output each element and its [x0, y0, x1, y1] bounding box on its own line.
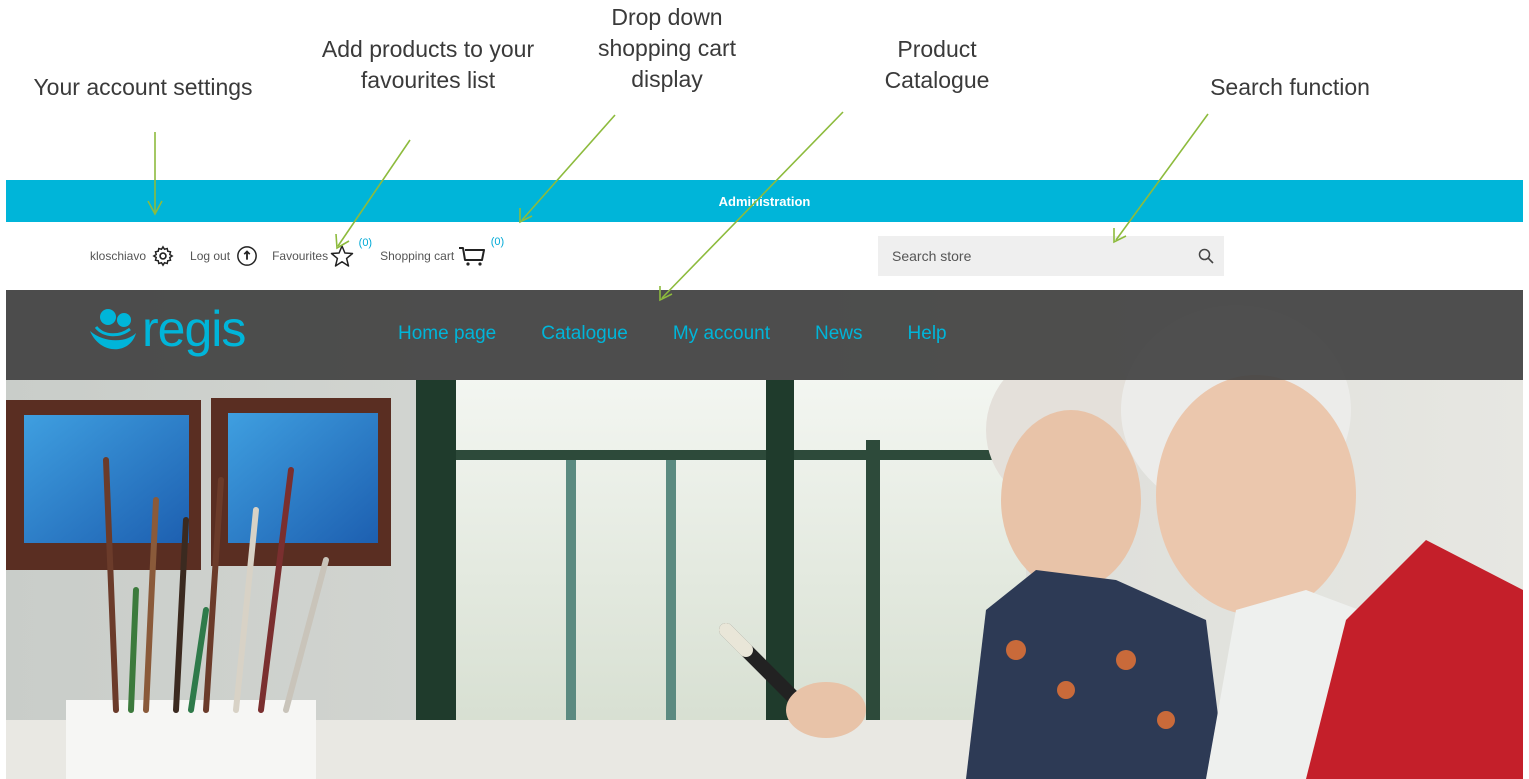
hero-banner: regis Home page Catalogue My account New… [6, 290, 1523, 779]
favourites-link[interactable]: Favourites (0) [272, 237, 372, 267]
nav-help[interactable]: Help [908, 323, 947, 345]
cart-count: (0) [490, 236, 505, 248]
annotation-search-function: Search function [1210, 74, 1370, 100]
nav-news[interactable]: News [815, 323, 863, 345]
nav-home-page[interactable]: Home page [398, 323, 496, 345]
search-input[interactable] [878, 235, 1188, 277]
username-label[interactable]: kloschiavo [90, 249, 146, 263]
annotation-favourites: Add products to your favourites list [321, 36, 535, 93]
logout-icon[interactable] [236, 245, 258, 267]
star-icon[interactable]: (0) [330, 237, 372, 267]
shopping-cart-label[interactable]: Shopping cart [380, 249, 454, 263]
header-links: kloschiavo Log out Favourites (0) Shoppi… [90, 236, 504, 268]
favourites-count: (0) [358, 237, 373, 249]
favourites-label[interactable]: Favourites [272, 249, 328, 263]
annotation-product-catalogue: Product Catalogue [884, 36, 990, 93]
main-menu: Home page Catalogue My account News Help [398, 323, 992, 345]
logout-link[interactable]: Log out [190, 245, 258, 267]
logo-text: regis [142, 301, 246, 357]
search-button[interactable] [1188, 236, 1224, 276]
annotation-shopping-cart: Drop down shopping cart display [597, 4, 737, 92]
nav-my-account[interactable]: My account [673, 323, 770, 345]
search-icon[interactable] [1198, 248, 1214, 264]
administration-label[interactable]: Administration [719, 194, 811, 209]
account-settings-link[interactable]: kloschiavo [90, 245, 174, 267]
utility-bar: kloschiavo Log out Favourites (0) Shoppi… [6, 222, 1523, 290]
regis-logo[interactable]: regis [86, 300, 246, 358]
logout-label[interactable]: Log out [190, 249, 230, 263]
gear-icon[interactable] [152, 245, 174, 267]
shopping-cart-link[interactable]: Shopping cart (0) [380, 236, 504, 268]
logo-mark-icon [90, 309, 136, 350]
cart-icon[interactable]: (0) [458, 236, 504, 268]
search-box [878, 235, 1224, 277]
nav-catalogue[interactable]: Catalogue [541, 323, 628, 345]
main-navbar: regis Home page Catalogue My account New… [6, 290, 1523, 380]
administration-bar[interactable]: Administration [6, 180, 1523, 222]
annotation-account-settings: Your account settings [33, 74, 253, 100]
